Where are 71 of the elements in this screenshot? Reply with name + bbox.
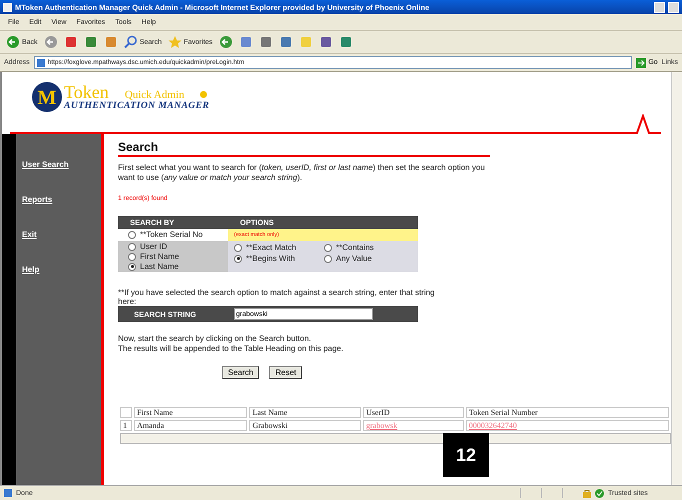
sidebar-link[interactable]: User Search [22,160,69,169]
toolbar-icon [318,35,333,49]
radio-option[interactable]: **Contains [324,243,374,252]
table-cell [120,407,132,418]
maximize-button[interactable] [668,2,679,12]
radio-button[interactable] [234,254,242,262]
column-header: UserID [363,407,464,418]
toolbar-icon [64,35,78,49]
radio-button[interactable] [128,242,136,250]
toolbar-button[interactable] [218,35,233,49]
minimize-button[interactable] [654,2,665,12]
toolbar-button[interactable] [258,35,273,49]
radio-option[interactable]: Last Name [128,262,179,271]
instructions-text: Now, start the search by clicking on the Search button. The results will be appended to the Table Heading on this page. [118,334,344,354]
toolbar-button[interactable] [338,35,353,49]
horizontal-scrollbar[interactable] [120,433,671,444]
toolbar-button[interactable] [64,35,78,49]
radio-option[interactable]: First Name [128,252,180,261]
toolbar-button[interactable] [84,35,98,49]
sidebar-link[interactable]: Reports [22,195,52,204]
toolbar-icon [278,35,293,49]
step-number-badge: 12 [443,433,489,477]
radio-option[interactable]: User ID [128,242,168,251]
radio-button[interactable] [128,252,136,260]
hint-text: **If you have selected the search option to match against a search string, enter that string here: [118,288,436,306]
toolbar-icon [238,35,253,49]
column-header: Token Serial Number [466,407,669,418]
dot-icon [200,91,208,98]
form-button[interactable]: Search [222,366,260,379]
page-icon [4,489,12,497]
toolbar-icon [104,35,118,49]
column-header: First Name [134,407,248,418]
vertical-scrollbar[interactable] [671,72,682,485]
row-number: 1 [120,420,132,431]
lock-icon [583,488,591,498]
toolbar-icon [258,35,273,49]
toolbar-icon [298,35,313,49]
radio-button[interactable] [128,262,136,270]
browser-icon [3,2,12,12]
table-cell: Amanda [134,420,248,431]
toolbar-button[interactable] [278,35,293,49]
toolbar-button[interactable] [238,35,253,49]
page-icon [36,58,45,66]
toolbar-icon [338,35,353,49]
radio-button[interactable] [324,254,332,262]
radio-button[interactable] [128,230,136,238]
table-cell: Grabowski [249,420,362,431]
sidebar-link[interactable]: Exit [22,230,37,239]
logo-mark: M [32,82,62,112]
arrow-icon [636,58,646,68]
star-icon [168,35,182,49]
logo-word: Token [64,83,109,101]
toolbar-button[interactable] [44,35,58,49]
radio-option[interactable]: **Begins With [234,254,295,263]
intro-text: First select what you want to search for (token, userID, first or last name) then set the search option you want to use (any value or match your search string). [118,163,486,183]
product-name: Quick Admin [124,89,184,101]
page-heading: Search [118,140,490,157]
toolbar-button[interactable] [318,35,333,49]
check-icon [595,488,604,498]
logo-subtitle: AUTHENTICATION MANAGER [64,101,210,111]
sidebar-link[interactable]: Help [22,265,40,274]
toolbar-icon [84,35,98,49]
radio-option[interactable]: **Token Serial No [128,230,203,239]
radio-option[interactable]: **Exact Match [234,243,296,252]
radio-button[interactable] [324,244,332,252]
radio-option[interactable]: Any Value [324,254,372,263]
column-header: Last Name [249,407,362,418]
search-icon [124,35,138,49]
toolbar-button[interactable] [104,35,118,49]
radio-button[interactable] [234,244,242,252]
form-button[interactable]: Reset [269,366,302,379]
